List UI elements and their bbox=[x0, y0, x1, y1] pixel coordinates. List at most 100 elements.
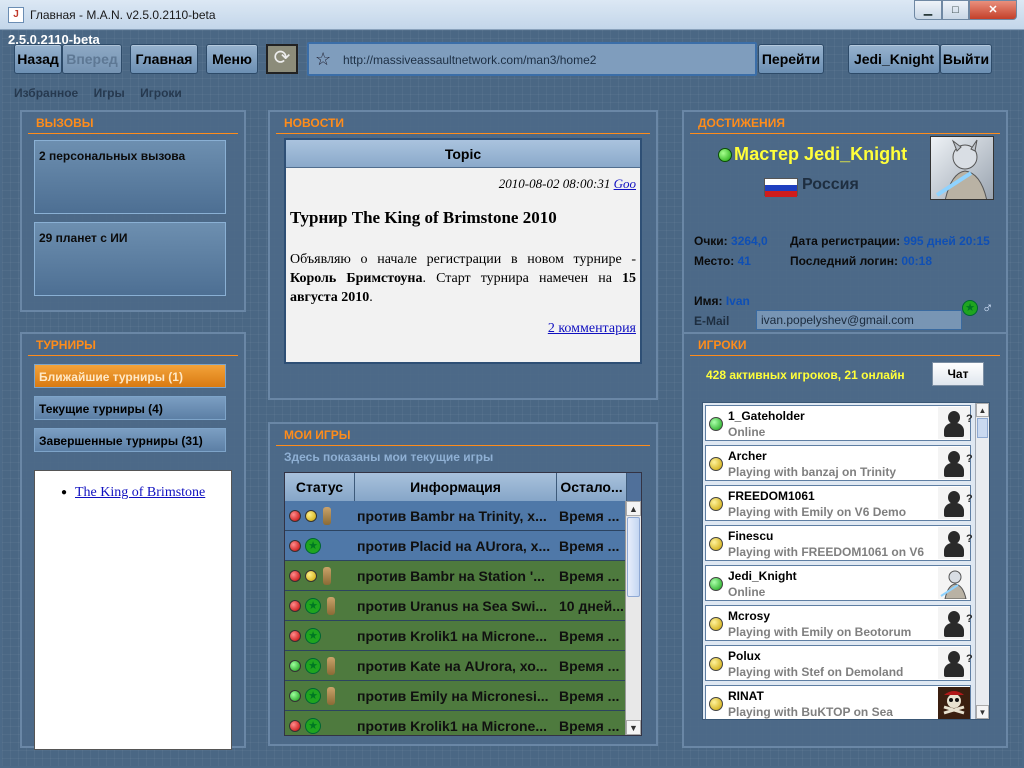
minimize-button[interactable]: ▁ bbox=[914, 0, 942, 20]
game-status: ★ bbox=[285, 711, 355, 735]
player-status: Online bbox=[728, 585, 766, 599]
news-date: 2010-08-02 08:00:31 Goo bbox=[498, 176, 636, 191]
link-favorites[interactable]: Избранное bbox=[14, 86, 78, 100]
tab-current-tournaments[interactable]: Текущие турниры (4) bbox=[34, 396, 226, 420]
online-status-icon bbox=[718, 148, 732, 162]
yellow-status-icon bbox=[709, 657, 723, 671]
link-games[interactable]: Игры bbox=[94, 86, 125, 100]
green-status-icon bbox=[289, 660, 301, 672]
players-scrollbar[interactable]: ▲ ▼ bbox=[975, 403, 989, 719]
game-info: против Krolik1 на Microne... bbox=[357, 718, 547, 734]
avatar[interactable] bbox=[930, 136, 994, 200]
list-item[interactable]: Archer Playing with banzaj on Trinity? bbox=[705, 445, 973, 481]
scroll-down-icon[interactable]: ▼ bbox=[976, 705, 989, 719]
favorite-star-icon[interactable]: ☆ bbox=[315, 49, 331, 70]
go-button[interactable]: Перейти bbox=[758, 44, 824, 74]
logout-button[interactable]: Выйти bbox=[940, 44, 992, 74]
player-status: Playing with Emily on V6 Demo bbox=[728, 505, 907, 519]
players-panel: ИГРОКИ 428 активных игроков, 21 онлайн Ч… bbox=[682, 332, 1008, 748]
table-row[interactable]: ★ против Krolik1 на Microne... Время ... bbox=[285, 621, 627, 651]
table-row[interactable]: ★ против Krolik1 на Microne... Время ... bbox=[285, 711, 627, 735]
unknown-avatar-icon[interactable]: ? bbox=[938, 527, 973, 559]
player-status: Playing with Stef on Demoland bbox=[728, 665, 904, 679]
yellow-status-icon bbox=[709, 457, 723, 471]
unknown-avatar-icon[interactable]: ? bbox=[938, 447, 973, 479]
unknown-avatar-icon[interactable]: ? bbox=[938, 607, 973, 639]
players-count: 428 активных игроков, 21 онлайн bbox=[706, 368, 905, 382]
home-button[interactable]: Главная bbox=[130, 44, 198, 74]
game-status: ★ bbox=[285, 681, 355, 711]
table-row[interactable]: ★ против Uranus на Sea Swi... 10 дней... bbox=[285, 591, 627, 621]
challenges-title: ВЫЗОВЫ bbox=[36, 116, 94, 130]
avatar[interactable] bbox=[938, 567, 970, 600]
email-field[interactable] bbox=[756, 310, 962, 330]
list-item[interactable]: Jedi_Knight Online bbox=[705, 565, 971, 601]
table-row[interactable]: ★ против Kate на AUrora, хо... Время ... bbox=[285, 651, 627, 681]
column-time-left[interactable]: Остало... bbox=[557, 473, 627, 501]
scroll-down-icon[interactable]: ▼ bbox=[626, 720, 641, 735]
table-row[interactable]: ★ против Emily на Micronesi... Время ... bbox=[285, 681, 627, 711]
game-info: против Bambr на Trinity, х... bbox=[357, 508, 547, 524]
column-info[interactable]: Информация bbox=[355, 473, 557, 501]
scroll-thumb[interactable] bbox=[977, 418, 988, 438]
table-row[interactable]: против Bambr на Station '... Время ... bbox=[285, 561, 627, 591]
refresh-icon[interactable]: ⟳ bbox=[266, 44, 298, 74]
table-row[interactable]: против Bambr на Trinity, х... Время ... bbox=[285, 501, 627, 531]
challenge-personal[interactable]: 2 персональных вызова bbox=[34, 140, 226, 214]
quick-links: Избранное Игры Игроки bbox=[14, 86, 194, 100]
menu-button[interactable]: Меню bbox=[206, 44, 258, 74]
challenge-ai-planets[interactable]: 29 планет с ИИ bbox=[34, 222, 226, 296]
list-item[interactable]: Polux Playing with Stef on Demoland? bbox=[705, 645, 973, 681]
player-name: Archer bbox=[728, 449, 767, 463]
list-item[interactable]: RINAT Playing with BuKTOP on Sea bbox=[705, 685, 971, 719]
male-icon: ♂ bbox=[982, 300, 994, 317]
chat-button[interactable]: Чат bbox=[932, 362, 984, 386]
user-button[interactable]: Jedi_Knight bbox=[848, 44, 940, 74]
star-icon: ★ bbox=[305, 628, 321, 644]
forward-button[interactable]: Вперед bbox=[62, 44, 122, 74]
medal-icon bbox=[323, 507, 331, 525]
table-row[interactable]: ★ против Placid на AUrora, х... Время ... bbox=[285, 531, 627, 561]
scroll-thumb[interactable] bbox=[627, 517, 640, 597]
tab-finished-tournaments[interactable]: Завершенные турниры (31) bbox=[34, 428, 226, 452]
game-status: ★ bbox=[285, 591, 355, 621]
link-players[interactable]: Игроки bbox=[140, 86, 182, 100]
tournaments-title: ТУРНИРЫ bbox=[36, 338, 96, 352]
tournament-link[interactable]: The King of Brimstone bbox=[75, 485, 205, 500]
unknown-avatar-icon[interactable]: ? bbox=[938, 647, 973, 679]
red-status-icon bbox=[289, 630, 301, 642]
column-status[interactable]: Статус bbox=[285, 473, 355, 501]
player-name: Finescu bbox=[728, 529, 774, 543]
unknown-avatar-icon[interactable]: ? bbox=[938, 407, 973, 439]
pirate-avatar-icon[interactable] bbox=[938, 687, 970, 719]
player-name: Jedi_Knight bbox=[728, 569, 797, 583]
medal-icon bbox=[327, 687, 335, 705]
list-item[interactable]: 1_Gateholder Online? bbox=[705, 405, 973, 441]
game-time-left: Время ... bbox=[559, 508, 620, 524]
news-article: Topic 2010-08-02 08:00:31 Goo Турнир The… bbox=[284, 138, 642, 364]
close-button[interactable]: ✕ bbox=[969, 0, 1017, 20]
game-info: против Uranus на Sea Swi... bbox=[357, 598, 548, 614]
maximize-button[interactable]: □ bbox=[942, 0, 969, 20]
game-info: против Emily на Micronesi... bbox=[357, 688, 549, 704]
list-item[interactable]: Finescu Playing with FREEDOM1061 on V6? bbox=[705, 525, 973, 561]
games-scrollbar[interactable]: ▲ ▼ bbox=[625, 501, 641, 735]
back-button[interactable]: Назад bbox=[14, 44, 62, 74]
news-panel: НОВОСТИ Topic 2010-08-02 08:00:31 Goo Ту… bbox=[268, 110, 658, 400]
list-item[interactable]: Mcrosy Playing with Emily on Beotorum? bbox=[705, 605, 973, 641]
comments-link[interactable]: 2 комментария bbox=[548, 321, 636, 336]
achievements-panel: ДОСТИЖЕНИЯ Мастер Jedi_Knight Россия Очк… bbox=[682, 110, 1008, 334]
tab-upcoming-tournaments[interactable]: Ближайшие турниры (1) bbox=[34, 364, 226, 388]
star-icon: ★ bbox=[305, 658, 321, 674]
red-status-icon bbox=[289, 540, 301, 552]
player-name: RINAT bbox=[728, 689, 764, 703]
scroll-up-icon[interactable]: ▲ bbox=[626, 501, 641, 516]
news-date-link[interactable]: Goo bbox=[614, 176, 636, 191]
window-title: Главная - M.A.N. v2.5.0.2110-beta bbox=[30, 8, 216, 22]
last-login-stat: Последний логин: 00:18 bbox=[790, 254, 933, 268]
url-input[interactable] bbox=[343, 50, 743, 70]
list-item[interactable]: FREEDOM1061 Playing with Emily on V6 Demo… bbox=[705, 485, 973, 521]
game-status bbox=[285, 561, 355, 591]
unknown-avatar-icon[interactable]: ? bbox=[938, 487, 973, 519]
scroll-up-icon[interactable]: ▲ bbox=[976, 403, 989, 417]
